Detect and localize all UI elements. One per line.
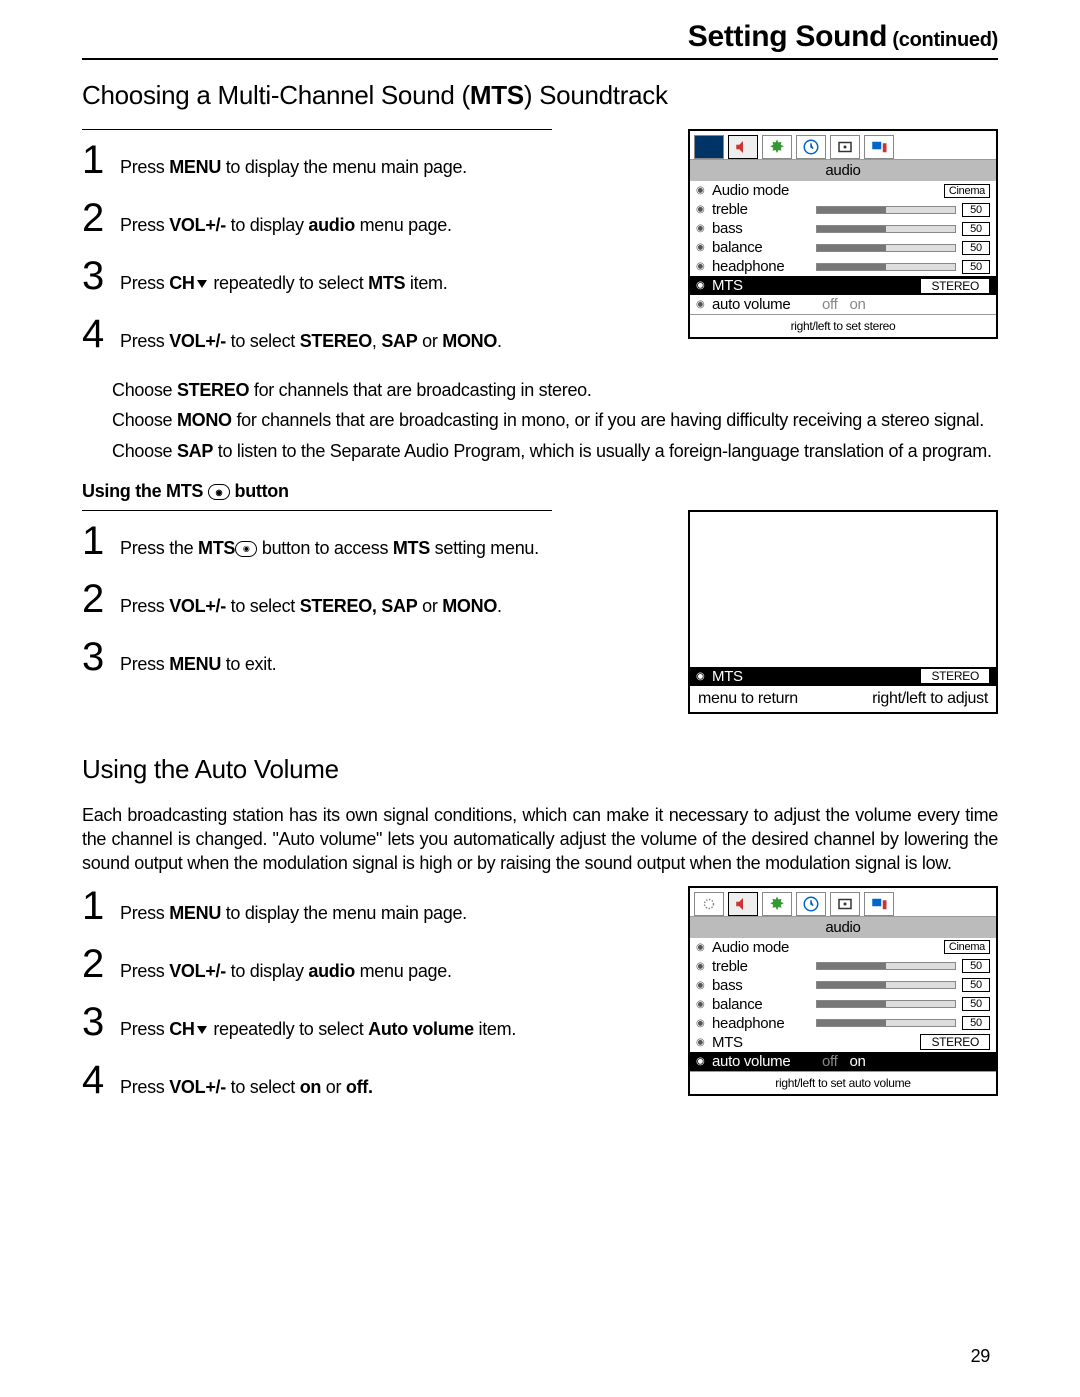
tab-time-icon [796, 135, 826, 159]
tab-picture-icon [694, 892, 724, 916]
section1b-steps: 1 Press the MTS◉ button to access MTS se… [82, 510, 658, 695]
tab-audio-icon [728, 892, 758, 916]
para-mono: Choose MONO for channels that are broadc… [112, 408, 998, 432]
step: 1 Press MENU to display the menu main pa… [82, 140, 658, 180]
osd-tabs [690, 131, 996, 160]
tab-setup-icon [762, 135, 792, 159]
osd-row-mts: ◉MTSSTEREO [690, 276, 996, 295]
tab-pc-icon [864, 892, 894, 916]
osd-simple-mts-row: ◉MTSSTEREO [690, 667, 996, 686]
osd-audio-mts: audio ◉Audio modeCinema ◉treble50 ◉bass5… [688, 129, 998, 339]
page-number: 29 [971, 1346, 990, 1367]
step: 4 Press VOL+/- to select STEREO, SAP or … [82, 314, 658, 354]
para-stereo: Choose STEREO for channels that are broa… [112, 378, 998, 402]
tab-lock-icon [830, 135, 860, 159]
osd-row-autovol: ◉auto volumeoffon [690, 1052, 996, 1071]
tab-picture-icon [694, 135, 724, 159]
step: 2 Press VOL+/- to display audio menu pag… [82, 198, 658, 238]
osd-audio-autovol: audio ◉Audio modeCinema ◉treble50 ◉bass5… [688, 886, 998, 1096]
mts-button-icon: ◉ [235, 541, 257, 557]
section1-title: Choosing a Multi-Channel Sound (MTS) Sou… [82, 80, 998, 111]
tab-lock-icon [830, 892, 860, 916]
tab-audio-icon [728, 135, 758, 159]
section2-title: Using the Auto Volume [82, 754, 998, 785]
tab-time-icon [796, 892, 826, 916]
osd-simple-hints: menu to return right/left to adjust [690, 686, 996, 712]
mts-button-icon: ◉ [208, 484, 230, 500]
section1-steps: 1 Press MENU to display the menu main pa… [82, 129, 658, 372]
osd-mts-simple: ◉MTSSTEREO menu to return right/left to … [688, 510, 998, 714]
para-sap: Choose SAP to listen to the Separate Aud… [112, 439, 998, 463]
section2-desc: Each broadcasting station has its own si… [82, 803, 998, 876]
page-header: Setting Sound (continued) [82, 20, 998, 60]
section2-steps: 1 Press MENU to display the menu main pa… [82, 886, 658, 1118]
chevron-down-icon [197, 280, 207, 288]
header-cont: (continued) [887, 29, 998, 51]
step: 3 Press CH repeatedly to select MTS item… [82, 256, 658, 296]
chevron-down-icon [197, 1026, 207, 1034]
osd-title: audio [690, 160, 996, 181]
osd-footer: right/left to set stereo [690, 314, 996, 337]
tab-setup-icon [762, 892, 792, 916]
tab-pc-icon [864, 135, 894, 159]
subhead-mts-button: Using the MTS ◉ button [82, 481, 998, 502]
header-title: Setting Sound [688, 20, 887, 53]
